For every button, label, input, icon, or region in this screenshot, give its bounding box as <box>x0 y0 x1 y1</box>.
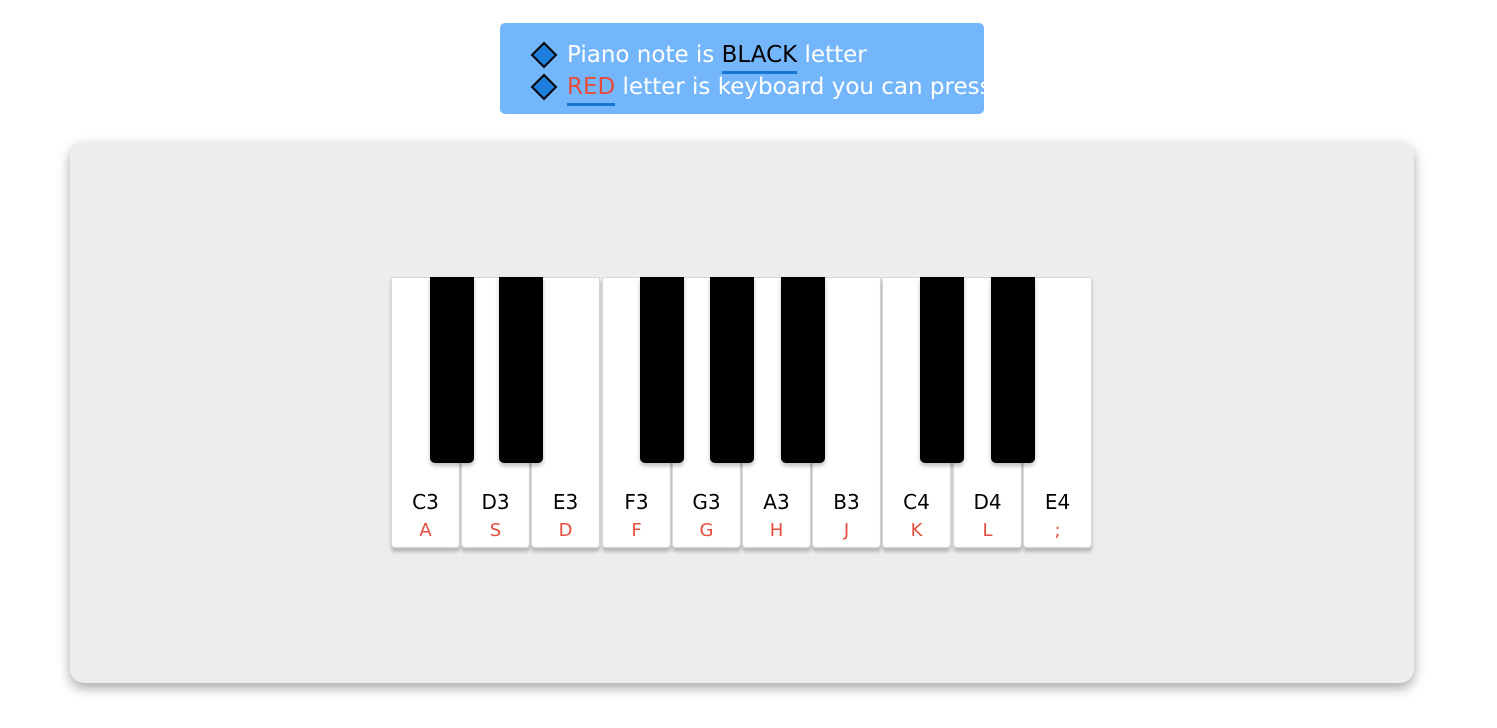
instruction-line-2: RED letter is keyboard you can press <box>530 71 992 106</box>
black-highlight: BLACK <box>721 41 798 74</box>
keyboard-key-label: K <box>910 520 923 541</box>
note-label: D4 <box>973 490 1002 514</box>
black-key[interactable] <box>640 277 684 463</box>
instruction-text-prefix: Piano note is <box>567 42 715 68</box>
black-key[interactable] <box>430 277 474 463</box>
instruction-line-1: Piano note is BLACK letter <box>530 39 984 74</box>
black-key[interactable] <box>991 277 1035 463</box>
note-label: C3 <box>412 490 439 514</box>
keyboard-key-label: J <box>843 520 850 541</box>
note-label: B3 <box>833 490 860 514</box>
piano-keyboard: C3 A D3 S E3 D F3 F G3 G A3 H B3 J C4 K … <box>391 277 1093 551</box>
instruction-text-suffix: letter is keyboard you can press <box>622 74 992 100</box>
keyboard-key-label: H <box>769 520 784 541</box>
diamond-icon <box>530 41 558 69</box>
keyboard-key-label: G <box>699 520 714 541</box>
diamond-icon <box>530 73 558 101</box>
note-label: E3 <box>552 490 579 514</box>
keyboard-key-label: D <box>558 520 573 541</box>
note-label: C4 <box>903 490 930 514</box>
black-key[interactable] <box>499 277 543 463</box>
black-key[interactable] <box>920 277 964 463</box>
keyboard-key-label: F <box>631 520 642 541</box>
red-highlight: RED <box>567 73 616 106</box>
note-label: E4 <box>1044 490 1071 514</box>
keyboard-key-label: S <box>489 520 502 541</box>
black-key[interactable] <box>710 277 754 463</box>
note-label: G3 <box>692 490 721 514</box>
instruction-text-suffix: letter <box>804 42 867 68</box>
instructions-banner: Piano note is BLACK letter RED letter is… <box>500 23 992 114</box>
note-label: A3 <box>763 490 790 514</box>
black-key[interactable] <box>781 277 825 463</box>
note-label: F3 <box>624 490 649 514</box>
keyboard-key-label: ; <box>1054 520 1061 541</box>
note-label: D3 <box>481 490 510 514</box>
keyboard-key-label: L <box>982 520 993 541</box>
keyboard-key-label: A <box>419 520 432 541</box>
